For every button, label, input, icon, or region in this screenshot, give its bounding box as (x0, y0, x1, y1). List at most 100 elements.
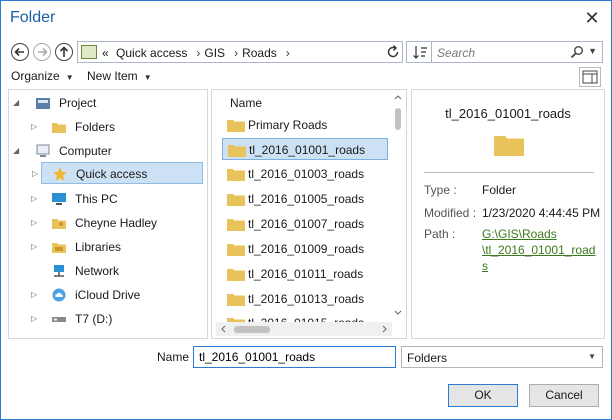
tree-item-quick-access[interactable]: ▷ Quick access (32, 162, 203, 184)
expand-icon[interactable]: ▷ (31, 242, 41, 251)
new-item-menu[interactable]: New Item ▼ (87, 69, 152, 83)
close-icon[interactable]: ✕ (581, 7, 603, 29)
chevron-right-icon[interactable]: › (234, 46, 238, 60)
search-box[interactable]: Search ▼ (431, 41, 603, 63)
organize-menu[interactable]: Organize ▼ (11, 69, 74, 83)
list-item[interactable]: tl_2016_01015_roads (222, 312, 388, 322)
expand-icon[interactable]: ▷ (31, 218, 41, 227)
breadcrumb: « Quick access › GIS › Roads › (102, 46, 294, 60)
file-type-value: Folders (407, 351, 448, 365)
tree-item-folders[interactable]: ▷ Folders (31, 116, 201, 138)
expand-icon[interactable]: ▷ (31, 290, 41, 299)
breadcrumb-item[interactable]: Quick access (116, 46, 187, 60)
up-button[interactable] (55, 43, 73, 61)
modified-key: Modified : (424, 206, 477, 220)
path-link[interactable]: s (482, 259, 488, 273)
collapse-icon[interactable]: ◢ (13, 98, 23, 107)
folder-icon (227, 169, 245, 181)
chevron-down-icon[interactable] (392, 308, 404, 318)
tree-item-computer[interactable]: ◢ Computer (13, 140, 203, 162)
tree-item-label: T7 (D:) (75, 312, 113, 326)
folder-icon (494, 136, 524, 156)
list-item[interactable]: tl_2016_01005_roads (222, 188, 388, 210)
chevron-right-icon[interactable]: › (286, 46, 290, 60)
arrow-left-icon (14, 47, 24, 57)
list-item-label: tl_2016_01011_roads (248, 267, 364, 281)
list-item-selected[interactable]: tl_2016_01001_roads (222, 138, 388, 160)
tree-item-t7-drive[interactable]: ▷ T7 (D:) (31, 308, 201, 330)
ok-button[interactable]: OK (448, 384, 518, 407)
tree-item-project[interactable]: ◢ Project (13, 92, 203, 114)
list-item[interactable]: tl_2016_01007_roads (222, 213, 388, 235)
breadcrumb-item[interactable]: GIS (204, 46, 225, 60)
tree-item-label: iCloud Drive (75, 288, 141, 302)
file-type-select[interactable]: Folders ▼ (401, 346, 603, 368)
chevron-left-icon[interactable] (218, 322, 228, 336)
back-button[interactable] (11, 43, 29, 61)
scrollbar-thumb[interactable] (234, 326, 270, 333)
chevron-down-icon[interactable]: ▼ (588, 46, 597, 56)
tree-item-libraries[interactable]: ▷ Libraries (31, 236, 201, 258)
tree-item-label: This PC (75, 192, 118, 206)
file-list: Name Primary Roads tl_2016_01001_roads t… (211, 89, 407, 339)
chevron-right-icon[interactable]: › (196, 46, 200, 60)
search-icon[interactable] (570, 45, 584, 59)
refresh-button[interactable] (384, 42, 402, 62)
expand-icon[interactable]: ▷ (31, 194, 41, 203)
expand-icon[interactable]: ▷ (32, 169, 42, 178)
folder-icon (227, 294, 245, 306)
expand-icon[interactable]: ▷ (31, 122, 41, 131)
divider (424, 172, 594, 173)
location-icon (81, 45, 97, 59)
chevron-up-icon[interactable] (392, 92, 404, 102)
vertical-scrollbar[interactable] (392, 92, 404, 318)
horizontal-scrollbar[interactable] (216, 322, 392, 336)
user-folder-icon (52, 219, 66, 229)
modified-value: 1/23/2020 4:44:45 PM (482, 206, 601, 220)
list-item[interactable]: tl_2016_01013_roads (222, 288, 388, 310)
scrollbar-thumb[interactable] (395, 108, 401, 130)
refresh-icon (387, 45, 399, 58)
list-item-label: tl_2016_01007_roads (248, 217, 365, 231)
tree-item-icloud-drive[interactable]: ▷ iCloud Drive (31, 284, 201, 306)
sort-button[interactable] (406, 41, 432, 63)
collapse-icon[interactable]: ◢ (13, 146, 23, 155)
list-item[interactable]: Primary Roads (222, 114, 388, 136)
arrow-up-icon (59, 46, 69, 57)
view-toggle-button[interactable] (579, 67, 601, 87)
list-item-label: tl_2016_01009_roads (248, 242, 365, 256)
folder-icon (227, 244, 245, 256)
chevron-right-icon[interactable] (380, 322, 390, 336)
title-bar: Folder ✕ (1, 1, 611, 37)
tree-item-this-pc[interactable]: ▷ This PC (31, 188, 201, 210)
forward-button[interactable] (33, 43, 51, 61)
arrow-right-icon (38, 47, 48, 57)
path-link[interactable]: \tl_2016_01001_road (482, 243, 595, 257)
type-value: Folder (482, 183, 517, 197)
overflow-icon[interactable]: « (102, 46, 109, 60)
list-item[interactable]: tl_2016_01011_roads (222, 263, 388, 285)
list-item[interactable]: tl_2016_01003_roads (222, 163, 388, 185)
name-field[interactable] (193, 346, 396, 368)
path-key: Path : (424, 227, 456, 241)
address-bar[interactable]: « Quick access › GIS › Roads › (77, 41, 403, 63)
list-item[interactable]: tl_2016_01009_roads (222, 238, 388, 260)
cloud-icon (52, 288, 66, 302)
expand-icon[interactable]: ▷ (31, 314, 41, 323)
tree-item-network[interactable]: Network (31, 260, 201, 282)
drive-icon (52, 317, 66, 322)
search-input[interactable]: Search (437, 46, 475, 60)
network-icon (54, 265, 64, 277)
list-item-label: Primary Roads (248, 118, 328, 132)
path-link[interactable]: G:\GIS\Roads (482, 227, 557, 241)
tree-item-cheyne-hadley[interactable]: ▷ Cheyne Hadley (31, 212, 201, 234)
folder-icon (227, 120, 245, 132)
cancel-button[interactable]: Cancel (529, 384, 599, 407)
navigation-tree: ◢ Project ▷ Folders ◢ Computer ▷ Quick a… (8, 89, 208, 339)
folder-dialog: Folder ✕ « Quick access › GIS › Roads › Searc… (0, 0, 612, 420)
tree-item-label: Libraries (75, 240, 122, 254)
list-item-label: tl_2016_01001_roads (249, 143, 366, 157)
organize-label: Organize (11, 69, 60, 83)
breadcrumb-item[interactable]: Roads (242, 46, 277, 60)
column-header-name[interactable]: Name (230, 96, 262, 110)
